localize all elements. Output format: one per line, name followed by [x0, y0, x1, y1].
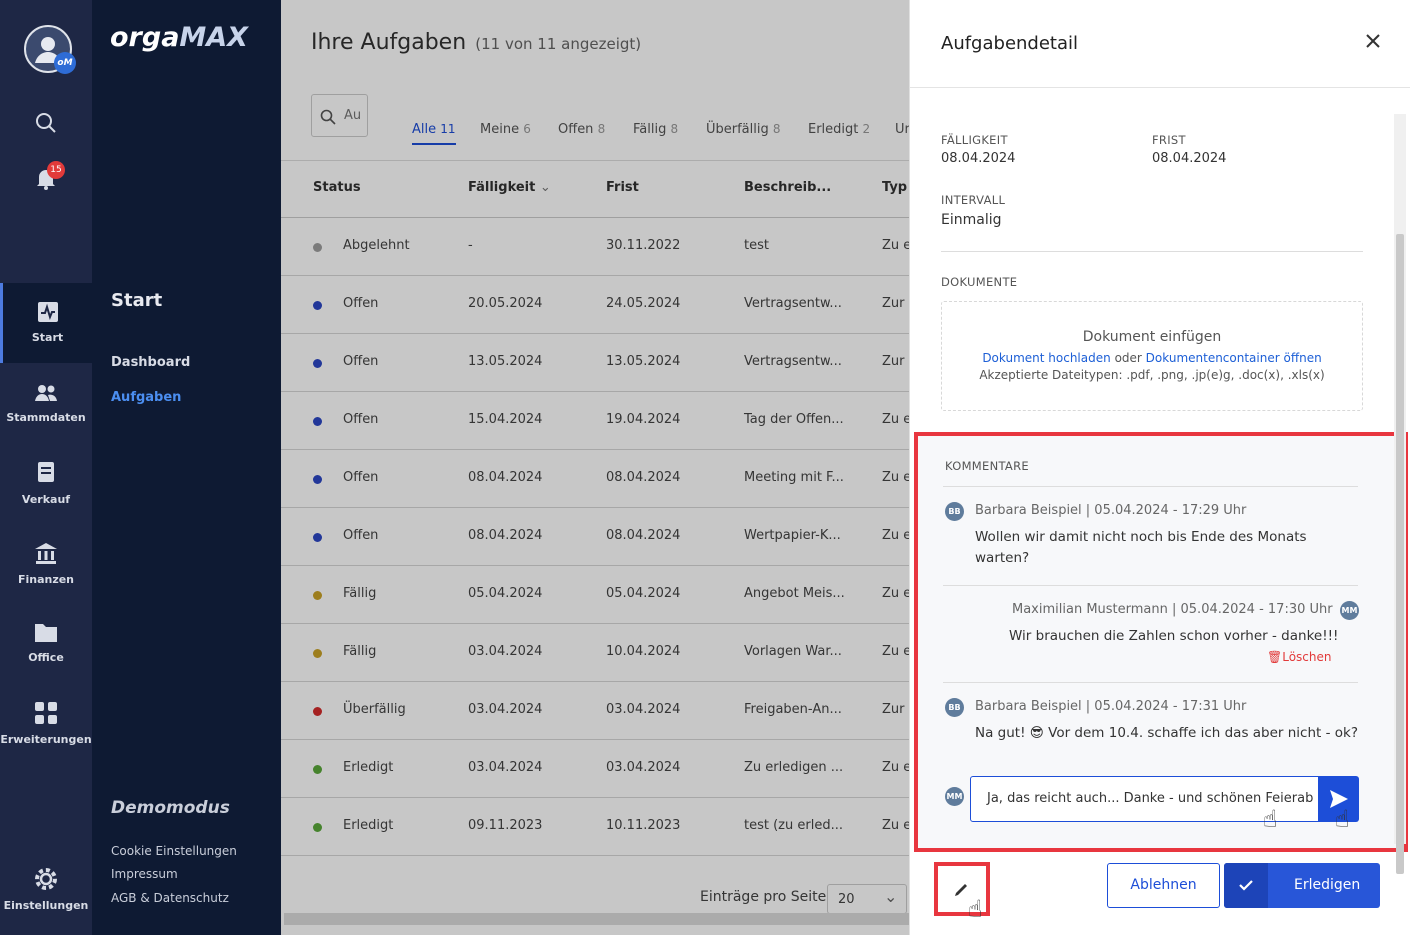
link-agb-datenschutz[interactable]: AGB & Datenschutz [111, 891, 229, 905]
receipt-icon [38, 462, 54, 482]
dokumente-label: DOKUMENTE [941, 275, 1018, 289]
user-avatar[interactable]: oM [24, 25, 76, 74]
dropzone-title: Dokument einfügen [1082, 329, 1222, 345]
comment-text: Wollen wir damit nicht noch bis Ende des… [975, 529, 1307, 566]
rail-item-office[interactable]: Office [0, 621, 92, 664]
faelligkeit-value: 08.04.2024 [941, 151, 1016, 166]
trash-icon: 🗑 [1267, 650, 1283, 664]
avatar-bb: BB [945, 502, 964, 521]
upload-document-link[interactable]: Dokument hochladen [982, 351, 1110, 365]
divider [943, 682, 1358, 683]
intervall-value: Einmalig [941, 212, 1002, 228]
grid-icon [35, 702, 57, 724]
intervall-label: INTERVALL [941, 193, 1006, 207]
panel-scrollbar[interactable] [1394, 114, 1406, 874]
rail-item-erweiterungen[interactable]: Erweiterungen [0, 701, 92, 746]
bank-icon [35, 543, 57, 564]
nav-item-aufgaben[interactable]: Aufgaben [111, 390, 181, 405]
nav-item-dashboard[interactable]: Dashboard [111, 355, 190, 370]
dropzone-actions: Dokument hochladen oder Dokumentencontai… [982, 351, 1322, 365]
rail-item-finanzen[interactable]: Finanzen [0, 541, 92, 586]
nav-column: orgaMAX [92, 0, 281, 935]
open-container-link[interactable]: Dokumentencontainer öffnen [1146, 351, 1322, 365]
divider [941, 251, 1363, 252]
frist-label: FRIST [1152, 133, 1186, 147]
gear-icon [35, 868, 57, 890]
pointer-hand-icon: ☝ [968, 895, 983, 923]
avatar-bb: BB [945, 698, 964, 717]
rail-item-einstellungen[interactable]: Einstellungen [0, 867, 92, 912]
icon-rail: oM 15 Start Stammdaten Verkauf Finanzen … [0, 0, 92, 935]
pointer-hand-icon: ☝ [1263, 805, 1278, 833]
faelligkeit-label: FÄLLIGKEIT [941, 133, 1008, 147]
avatar-mm: MM [1340, 601, 1359, 620]
orgamax-logo: orgaMAX [110, 22, 249, 53]
comment-author: Barbara Beispiel | 05.04.2024 - 17:31 Uh… [975, 699, 1247, 714]
link-cookie-settings[interactable]: Cookie Einstellungen [111, 844, 237, 858]
avatar-badge: oM [54, 52, 76, 74]
delete-comment-button[interactable]: 🗑Löschen [1267, 650, 1332, 664]
link-impressum[interactable]: Impressum [111, 867, 178, 881]
folder-icon [35, 624, 57, 642]
accepted-file-types: Akzeptierte Dateitypen: .pdf, .png, .jp(… [979, 368, 1325, 382]
comment-text: Na gut! 😎 Vor dem 10.4. schaffe ich das … [975, 725, 1359, 741]
comment-text: Wir brauchen die Zahlen schon vorher - d… [1009, 628, 1339, 644]
rail-item-start[interactable]: Start [0, 283, 92, 363]
activity-icon [37, 302, 58, 322]
close-icon[interactable] [1365, 33, 1381, 53]
divider [943, 486, 1358, 487]
task-detail-panel: Aufgabendetail FÄLLIGKEIT 08.04.2024 FRI… [909, 0, 1410, 935]
document-dropzone[interactable]: Dokument einfügen Dokument hochladen ode… [941, 301, 1363, 411]
modal-overlay[interactable] [281, 0, 909, 935]
reject-button[interactable]: Ablehnen [1107, 863, 1220, 908]
search-icon[interactable] [35, 112, 57, 138]
pointer-hand-icon: ☝ [1335, 805, 1350, 833]
comment-author: Maximilian Mustermann | 05.04.2024 - 17:… [1012, 602, 1333, 617]
complete-button[interactable]: Erledigen [1224, 863, 1380, 908]
notification-badge: 15 [47, 161, 65, 179]
scrollbar-thumb[interactable] [1396, 234, 1404, 874]
check-icon [1224, 863, 1268, 908]
avatar-mm: MM [945, 787, 964, 806]
nav-section-title: Start [111, 290, 163, 311]
demo-mode-label: Demomodus [111, 798, 230, 818]
divider [943, 585, 1358, 586]
rail-item-verkauf[interactable]: Verkauf [0, 461, 92, 506]
people-icon [35, 385, 57, 401]
frist-value: 08.04.2024 [1152, 151, 1227, 166]
kommentare-label: KOMMENTARE [945, 459, 1029, 473]
panel-title: Aufgabendetail [941, 33, 1079, 54]
rail-item-stammdaten[interactable]: Stammdaten [0, 383, 92, 424]
comment-author: Barbara Beispiel | 05.04.2024 - 17:29 Uh… [975, 503, 1247, 518]
